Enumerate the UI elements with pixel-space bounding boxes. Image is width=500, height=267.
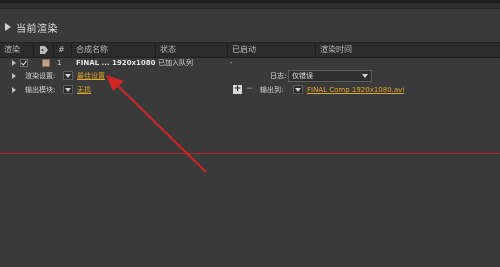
current-render-title: 当前渲染 (16, 23, 58, 35)
render-settings-label: 渲染设置: (25, 72, 56, 80)
output-to-label: 输出到: (260, 86, 284, 94)
output-module-expand-icon[interactable] (12, 87, 16, 93)
tag-icon (40, 46, 48, 54)
remove-output-module-button[interactable]: − (245, 85, 254, 94)
top-strip-edge (0, 0, 500, 3)
output-module-dropdown[interactable] (63, 85, 73, 94)
log-select-value: 仅错误 (292, 72, 313, 80)
render-checkbox[interactable] (20, 59, 28, 67)
column-render[interactable]: 渲染 (0, 43, 34, 57)
output-to-link[interactable]: FINAL Comp 1920x1080.avi (307, 84, 404, 96)
column-status[interactable]: 状态 (156, 43, 228, 57)
column-render-time[interactable]: 渲染时间 (316, 43, 500, 57)
item-started: - (230, 59, 233, 67)
column-comp-name[interactable]: 合成名称 (72, 43, 156, 57)
log-select[interactable]: 仅错误 (288, 70, 372, 82)
item-status: 已加入队列 (158, 59, 193, 67)
top-toolbar-strip (0, 0, 500, 9)
item-number: 1 (57, 59, 62, 67)
render-settings-row: 渲染设置: 最佳设置 日志: 仅错误 (0, 70, 500, 82)
chevron-down-icon (362, 74, 368, 78)
annotation-arrow-overlay (106, 75, 207, 173)
queue-item-row[interactable]: 1 FINAL ... 1920x1080 已加入队列 - (0, 57, 500, 69)
output-module-row: 输出模块: 无损 + − 输出到: FINAL Comp 1920x1080.a… (0, 84, 500, 96)
output-module-label: 输出模块: (25, 86, 56, 94)
output-to-dropdown[interactable] (293, 85, 303, 94)
output-module-link[interactable]: 无损 (77, 84, 91, 96)
render-settings-link[interactable]: 最佳设置 (77, 70, 105, 82)
label-color-swatch[interactable] (42, 59, 50, 67)
item-comp-name[interactable]: FINAL ... 1920x1080 (76, 57, 155, 69)
expand-triangle-icon[interactable] (5, 23, 11, 31)
item-expand-icon[interactable] (12, 60, 16, 66)
column-number[interactable]: # (54, 43, 72, 57)
queue-column-header: 渲染 # 合成名称 状态 已启动 渲染时间 (0, 42, 500, 58)
annotation-arrow-shaft (115, 83, 207, 173)
column-tag[interactable] (34, 43, 54, 57)
current-render-header[interactable]: 当前渲染 (0, 18, 500, 36)
log-label: 日志: (270, 72, 287, 80)
column-started[interactable]: 已启动 (228, 43, 316, 57)
add-output-module-button[interactable]: + (233, 85, 242, 94)
check-icon (21, 60, 27, 66)
render-settings-expand-icon[interactable] (12, 73, 16, 79)
render-queue-window: 当前渲染 渲染 # 合成名称 状态 已启动 渲染时间 1 FINAL ... 1… (0, 0, 500, 267)
time-marker-line (0, 153, 500, 154)
render-settings-dropdown[interactable] (63, 71, 73, 80)
